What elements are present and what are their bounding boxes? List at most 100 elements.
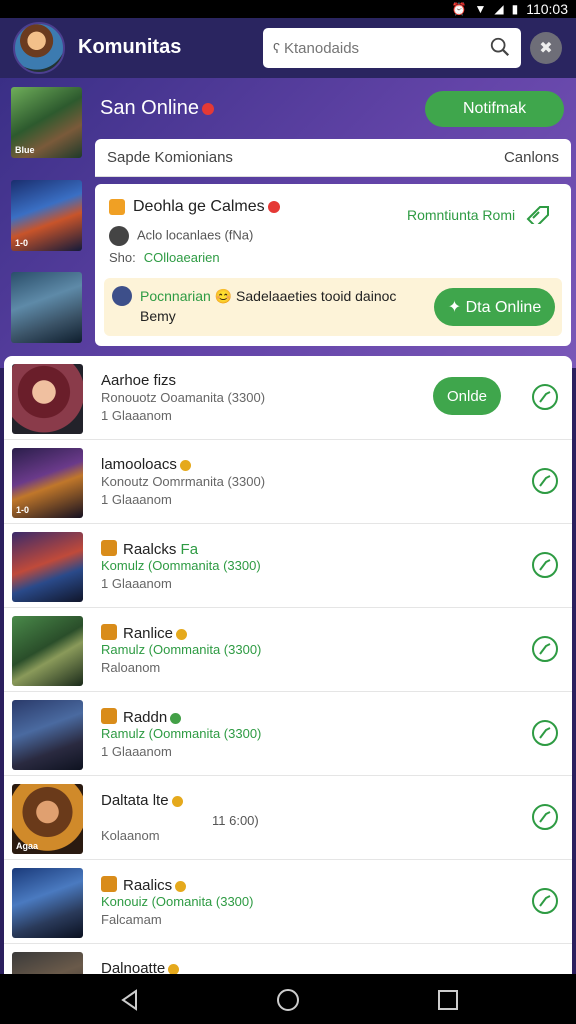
list-item[interactable]: Raalics Konouiz (Oomanita (3300) Falcama… [4,860,572,944]
row-name-text: Raalcks [123,541,177,558]
thumb-label: 1-0 [15,238,29,248]
guild-emblem-icon [101,876,117,892]
row-sub: Konouiz (Oomanita (3300) [101,894,254,909]
tools-icon[interactable]: ✖ [530,32,562,64]
row-tag: Fa [180,541,199,558]
signal-icon: ◢ [494,2,504,16]
row-name: Dalnoatte [101,960,180,974]
card-subtitle: Aclo locanlaes (fNa) [109,226,253,246]
join-check-icon[interactable] [531,551,559,579]
row-name: Ranlice [101,624,188,642]
live-dot-icon [201,102,214,115]
join-check-icon[interactable] [531,467,559,495]
game-thumb [12,868,83,938]
list-item[interactable]: Raddn Ramulz (Oommanita (3300) 1 Glaaano… [4,692,572,776]
list-item[interactable]: 1-0 lamooloacs Konoutz Oomrmanita (3300)… [4,440,572,524]
community-card[interactable]: Deohla ge Calmes Romntiunta Romi Aclo lo… [95,184,571,346]
list-item[interactable]: Ranlice Ramulz (Oommanita (3300) Raloano… [4,608,572,692]
list-item[interactable]: Dalnoatte [4,944,572,974]
status-dot-icon [171,795,183,807]
online-button[interactable]: Onlde [433,377,501,415]
promo-line2: Bemy [140,308,176,324]
smile-icon: 😊 [214,288,233,304]
join-check-icon[interactable] [531,887,559,915]
status-dot-icon [179,459,191,471]
row-meta: 1 Glaaanom [101,744,172,759]
join-check-icon[interactable] [531,635,559,663]
thumb-label: Blue [15,145,35,155]
play-label: Dta Online [465,299,542,316]
row-sub: Ramulz (Oommanita (3300) [101,642,262,657]
row-meta: Raloanom [101,660,161,675]
row-sub: Ramulz (Oommanita (3300) [101,726,262,741]
home-icon[interactable] [276,988,300,1012]
row-sub: Konoutz Oomrmanita (3300) [101,474,266,489]
card-title-text: Deohla ge Calmes [133,198,265,215]
notify-button[interactable]: Notifmak [425,91,564,127]
row-name-text: Ranlice [123,625,174,642]
search-input[interactable] [284,39,464,57]
live-dot-icon [267,200,280,213]
join-check-icon[interactable] [531,383,559,411]
row-name: Raalics [101,876,187,894]
tag-icon[interactable] [525,204,551,229]
row-name: Aarhoe fizs [101,372,177,389]
card-header-right[interactable]: Canlons [504,149,559,166]
row-meta: 1 Glaaanom [101,576,172,591]
status-time: 110:03 [526,1,568,17]
thumb-label: 1-0 [16,505,30,515]
row-name-text: lamooloacs [101,456,177,473]
avatar [112,286,132,306]
row-sub: 11 6:00) [212,813,259,828]
battery-icon: ▮ [511,2,519,16]
row-name: lamooloacs [101,456,191,473]
app-avatar[interactable] [13,22,65,74]
back-icon[interactable] [118,988,142,1012]
app-title: Komunitas [78,36,182,58]
alarm-icon: ⏰ [451,2,467,16]
status-dot-icon [168,963,180,974]
game-thumb[interactable]: Blue [11,87,82,158]
game-thumb [12,364,83,434]
row-sub: Komulz (Oommanita (3300) [101,558,261,573]
status-dot-icon [175,880,187,892]
join-check-icon[interactable] [531,719,559,747]
guild-emblem-icon [101,624,117,640]
card-link[interactable]: Romntiunta Romi [407,204,551,229]
play-online-button[interactable]: ✦ Dta Online [434,288,555,326]
status-dot-icon [170,712,182,724]
search-icon[interactable] [489,36,511,58]
join-check-icon[interactable] [531,803,559,831]
card-header-left[interactable]: Sapde Komionians [107,149,233,166]
game-thumb: Agaa [12,784,83,854]
card-subtitle-text: Aclo locanlaes (fNa) [137,227,254,243]
row-name: Daltata lte [101,792,183,809]
card-status: Sho: COlloaearien [109,250,220,265]
promo-banner[interactable]: Pocnnarian 😊 Sadelaaeties tooid dainoc B… [104,278,562,336]
app-header: Komunitas ʕ ✖ [0,18,576,78]
recents-icon[interactable] [436,988,460,1012]
row-name: Raalcks Fa [101,540,198,558]
community-list: Aarhoe fizs Ronouotz Ooamanita (3300) 1 … [4,356,572,974]
avatar [109,226,129,246]
search-bar[interactable]: ʕ [263,28,521,68]
promo-rest: Sadelaaeties tooid dainoc [236,288,397,304]
row-meta: 1 Glaaanom [101,408,172,423]
status-bar: ⏰ ▼ ◢ ▮ 110:03 [0,0,576,18]
game-thumb[interactable]: 1-0 [11,180,82,251]
game-thumb [12,700,83,770]
card-status-key: Sho: [109,250,136,265]
list-item[interactable]: Aarhoe fizs Ronouotz Ooamanita (3300) 1 … [4,356,572,440]
list-item[interactable]: Agaa Daltata lte 11 6:00) Kolaanom [4,776,572,860]
game-thumb [12,952,83,974]
row-name-text: Raddn [123,709,168,726]
list-item[interactable]: Raalcks Fa Komulz (Oommanita (3300) 1 Gl… [4,524,572,608]
guild-emblem-icon [101,540,117,556]
card-status-value: COlloaearien [143,250,220,265]
row-meta: Kolaanom [101,828,160,843]
card-link-text[interactable]: Romntiunta Romi [407,207,515,223]
search-prefix-icon: ʕ [273,40,280,56]
game-thumb[interactable] [11,272,82,343]
promo-text: Pocnnarian 😊 Sadelaaeties tooid dainoc B… [140,286,420,326]
row-name: Raddn [101,708,182,726]
